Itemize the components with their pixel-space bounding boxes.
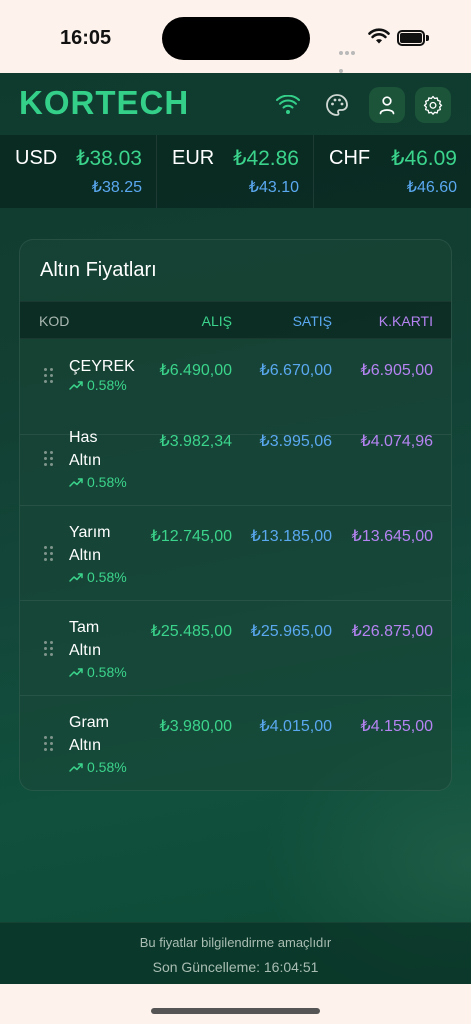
currency-code: EUR [172, 147, 215, 169]
gold-name-line2: Altın [69, 642, 102, 659]
gold-change: 0.58% [69, 377, 127, 393]
gold-buy: ₺6.490,00 [159, 362, 232, 379]
gold-sell: ₺13.185,00 [250, 528, 332, 545]
table-row[interactable]: Gram Altın 0.58% ₺3.980,00 ₺4.015,00 ₺4.… [20, 696, 451, 790]
table-row[interactable]: Yarım Altın 0.58% ₺12.745,00 ₺13.185,00 … [20, 506, 451, 601]
signal-dots-icon [339, 42, 361, 73]
home-indicator-area [0, 984, 471, 1024]
gold-name-line1: Yarım [69, 524, 111, 541]
gold-card-price: ₺26.875,00 [351, 623, 433, 640]
gold-card-price: ₺6.905,00 [360, 362, 433, 379]
table-header: KOD ALIŞ SATIŞ K.KARTI [20, 301, 451, 339]
gold-buy: ₺3.980,00 [159, 718, 232, 735]
dynamic-island [162, 17, 310, 60]
gold-card-price: ₺13.645,00 [351, 528, 433, 545]
home-indicator[interactable] [151, 1008, 320, 1014]
currency-buy: ₺38.03 [76, 147, 142, 170]
change-value: 0.58% [87, 474, 127, 490]
trend-up-icon [69, 478, 83, 487]
wifi-icon[interactable] [270, 87, 306, 123]
gold-sell: ₺6.670,00 [259, 362, 332, 379]
user-icon[interactable] [369, 87, 405, 123]
last-update-text: Son Güncelleme: 16:04:51 [152, 959, 319, 975]
gold-change: 0.58% [69, 759, 127, 775]
currency-tile-usd[interactable]: USD ₺38.03 ₺38.25 [0, 135, 157, 208]
gold-card-price: ₺4.155,00 [360, 718, 433, 735]
change-value: 0.58% [87, 569, 127, 585]
change-value: 0.58% [87, 664, 127, 680]
gold-name: Tam Altın [69, 616, 101, 662]
gold-name-line2: Altın [69, 547, 102, 564]
status-time: 16:05 [60, 27, 112, 49]
column-header-buy: ALIŞ [201, 313, 232, 329]
trend-up-icon [69, 668, 83, 677]
table-row[interactable]: Has Altın 0.58% ₺3.982,34 ₺3.995,06 ₺4.0… [20, 411, 451, 506]
trend-up-icon [69, 763, 83, 772]
gold-name-line1: Tam [69, 619, 100, 636]
status-wifi-icon [368, 28, 390, 50]
currency-buy: ₺42.86 [233, 147, 299, 170]
drag-handle-icon[interactable] [44, 736, 53, 751]
gold-sell: ₺3.995,06 [259, 433, 332, 450]
column-header-code: KOD [39, 313, 70, 329]
gold-sell: ₺4.015,00 [259, 718, 332, 735]
gold-buy: ₺3.982,34 [159, 433, 232, 450]
gold-name-line1: Has [69, 429, 98, 446]
gold-name-line2: Altın [69, 737, 102, 754]
gold-name: Gram Altın [69, 711, 109, 757]
app-footer: Bu fiyatlar bilgilendirme amaçlıdır Son … [0, 922, 471, 984]
status-bar: 16:05 [0, 0, 471, 73]
currency-code: USD [15, 147, 58, 169]
gold-name-line1: Gram [69, 714, 109, 731]
change-value: 0.58% [87, 759, 127, 775]
currency-sell: ₺46.60 [406, 179, 457, 196]
currency-code: CHF [329, 147, 371, 169]
currency-tile-eur[interactable]: EUR ₺42.86 ₺43.10 [157, 135, 314, 208]
gold-change: 0.58% [69, 664, 127, 680]
gold-name-line2: Altın [69, 452, 102, 469]
gold-prices-card: Altın Fiyatları KOD ALIŞ SATIŞ K.KARTI Ç… [19, 239, 452, 791]
currency-sell: ₺38.25 [91, 179, 142, 196]
gold-change: 0.58% [69, 474, 127, 490]
gold-buy: ₺25.485,00 [150, 623, 232, 640]
palette-icon[interactable] [319, 87, 355, 123]
drag-handle-icon[interactable] [44, 641, 53, 656]
gold-name: Has Altın [69, 426, 101, 472]
gold-buy: ₺12.745,00 [150, 528, 232, 545]
gold-change: 0.58% [69, 569, 127, 585]
battery-icon [397, 30, 429, 46]
gold-name: ÇEYREK [69, 358, 135, 375]
change-value: 0.58% [87, 377, 127, 393]
app-header: KORTECH [0, 73, 471, 135]
column-header-card: K.KARTI [378, 313, 433, 329]
table-row[interactable]: Tam Altın 0.58% ₺25.485,00 ₺25.965,00 ₺2… [20, 601, 451, 696]
currency-ticker: USD ₺38.03 ₺38.25 EUR ₺42.86 ₺43.10 CHF … [0, 135, 471, 208]
app-logo: KORTECH [19, 84, 190, 121]
drag-handle-icon[interactable] [44, 451, 53, 466]
drag-handle-icon[interactable] [44, 546, 53, 561]
drag-handle-icon[interactable] [44, 368, 53, 383]
currency-buy: ₺46.09 [391, 147, 457, 170]
currency-sell: ₺43.10 [248, 179, 299, 196]
disclaimer-text: Bu fiyatlar bilgilendirme amaçlıdır [139, 935, 332, 950]
app-screen: KORTECH USD ₺38.03 ₺38.25 EUR ₺42.86 ₺43… [0, 73, 471, 984]
card-title: Altın Fiyatları [40, 259, 157, 281]
column-header-sell: SATIŞ [292, 313, 332, 329]
gold-card-price: ₺4.074,96 [360, 433, 433, 450]
currency-tile-chf[interactable]: CHF ₺46.09 ₺46.60 [314, 135, 471, 208]
trend-up-icon [69, 573, 83, 582]
gear-icon[interactable] [415, 87, 451, 123]
gold-name: Yarım Altın [69, 521, 110, 567]
gold-sell: ₺25.965,00 [250, 623, 332, 640]
trend-up-icon [69, 381, 83, 390]
